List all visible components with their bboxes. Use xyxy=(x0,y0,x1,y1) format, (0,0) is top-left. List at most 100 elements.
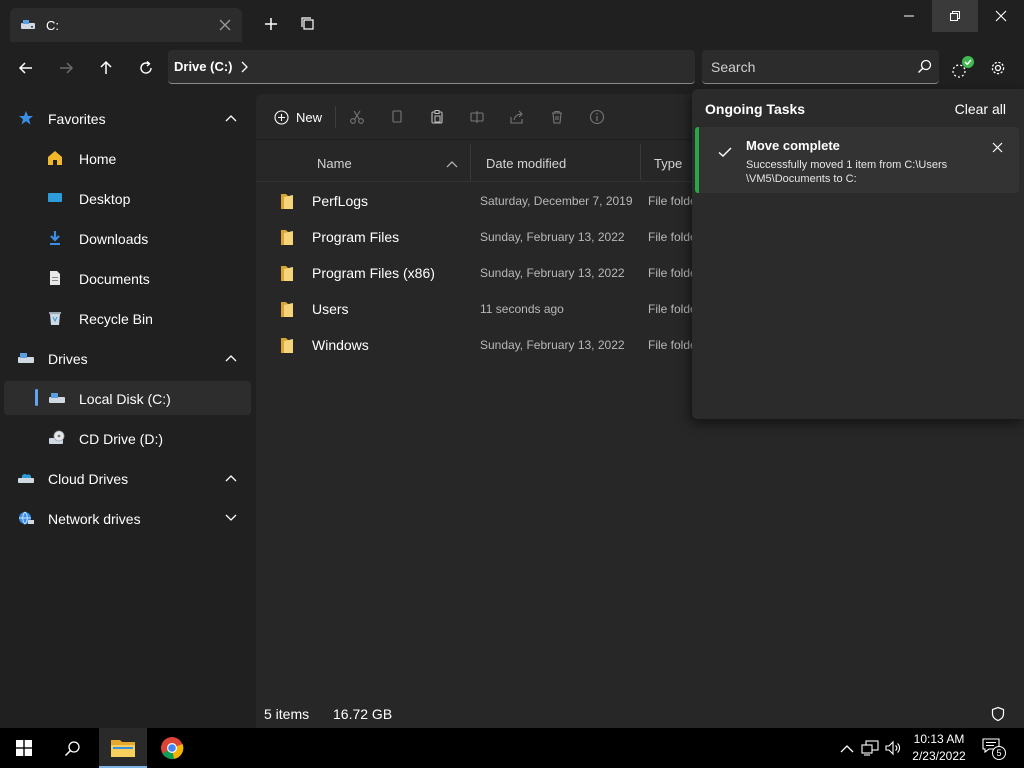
add-circle-icon xyxy=(274,109,289,125)
shield-icon[interactable] xyxy=(990,706,1006,722)
search-box[interactable]: Search xyxy=(702,50,939,84)
tab-title: C: xyxy=(46,17,59,33)
search-icon[interactable] xyxy=(909,59,939,74)
speaker-icon xyxy=(885,740,900,756)
taskbar-search-button[interactable] xyxy=(48,728,96,768)
sidebar-item-desktop[interactable]: Desktop xyxy=(4,181,251,215)
sidebar-item-label: CD Drive (D:) xyxy=(79,431,163,447)
column-name[interactable]: Name xyxy=(317,156,352,171)
refresh-icon xyxy=(140,60,152,74)
rename-button[interactable] xyxy=(461,102,493,132)
sort-ascending-icon[interactable] xyxy=(446,160,458,168)
file-name: Users xyxy=(312,301,349,317)
sidebar-section-favorites[interactable]: Favorites xyxy=(4,101,251,135)
taskbar-files-app[interactable] xyxy=(99,728,147,768)
taskbar-chrome-app[interactable] xyxy=(148,728,196,768)
minimize-button[interactable] xyxy=(886,0,932,32)
folder-icon xyxy=(280,264,294,282)
delete-button[interactable] xyxy=(541,102,573,132)
chevron-down-icon[interactable] xyxy=(223,510,239,526)
share-button[interactable] xyxy=(501,102,533,132)
up-button[interactable] xyxy=(90,52,122,84)
restore-button[interactable] xyxy=(932,0,978,32)
show-hidden-icons-button[interactable] xyxy=(838,740,856,756)
sidebar-item-home[interactable]: Home xyxy=(4,141,251,175)
properties-button[interactable] xyxy=(581,102,613,132)
duplicate-tab-button[interactable] xyxy=(292,8,324,40)
notification-center-button[interactable]: 5 xyxy=(982,738,1006,760)
copy-button[interactable] xyxy=(381,102,413,132)
clock-time: 10:13 AM xyxy=(913,732,965,746)
column-type[interactable]: Type xyxy=(654,156,682,171)
sidebar-section-cloud-drives[interactable]: Cloud Drives xyxy=(4,461,251,495)
search-input[interactable]: Search xyxy=(711,59,909,75)
sidebar-cloud-label: Cloud Drives xyxy=(48,471,129,487)
volume-tray-button[interactable] xyxy=(884,740,902,756)
address-bar[interactable]: Drive (C:) xyxy=(168,50,695,84)
file-date-modified: Sunday, February 13, 2022 xyxy=(480,230,625,244)
refresh-button[interactable] xyxy=(130,52,162,84)
home-icon xyxy=(45,148,65,168)
sidebar-item-downloads[interactable]: Downloads xyxy=(4,221,251,255)
folder-app-icon xyxy=(111,740,135,757)
dismiss-task-button[interactable] xyxy=(989,139,1005,155)
sidebar-item-local-disk-c[interactable]: Local Disk (C:) xyxy=(4,381,251,415)
clock[interactable]: 10:13 AM 2/23/2022 xyxy=(904,731,974,765)
new-tab-button[interactable] xyxy=(255,8,287,40)
chevron-up-icon xyxy=(840,744,854,752)
column-divider[interactable] xyxy=(470,144,471,180)
start-button[interactable] xyxy=(0,728,48,768)
clear-all-button[interactable]: Clear all xyxy=(955,101,1006,117)
title-bar: C: xyxy=(0,0,1024,48)
copy-window-icon xyxy=(301,17,314,30)
restore-icon xyxy=(950,11,960,21)
trash-icon xyxy=(552,110,562,124)
ongoing-tasks-flyout: Ongoing Tasks Clear all Move complete Su… xyxy=(692,89,1024,419)
sidebar-section-network-drives[interactable]: Network drives xyxy=(4,501,251,535)
sidebar-network-label: Network drives xyxy=(48,511,141,527)
forward-button[interactable] xyxy=(50,52,82,84)
folder-icon xyxy=(280,336,294,354)
tab-drive-c[interactable]: C: xyxy=(10,8,242,42)
tab-close-button[interactable] xyxy=(208,8,242,42)
chevron-up-icon[interactable] xyxy=(223,470,239,486)
column-divider[interactable] xyxy=(640,144,641,180)
taskbar: 10:13 AM 2/23/2022 5 xyxy=(0,728,1024,768)
search-icon xyxy=(64,740,80,756)
paste-button[interactable] xyxy=(421,102,453,132)
sidebar-item-label: Downloads xyxy=(79,231,149,247)
tasks-status-icon xyxy=(952,56,974,78)
documents-icon xyxy=(45,268,65,288)
sidebar-item-cd-drive-d[interactable]: CD Drive (D:) xyxy=(4,421,251,455)
downloads-icon xyxy=(45,228,65,248)
check-icon xyxy=(717,144,733,160)
notification-count-badge: 5 xyxy=(992,746,1006,760)
ongoing-tasks-button[interactable] xyxy=(946,52,978,84)
chevron-right-icon xyxy=(241,61,248,72)
sidebar-item-documents[interactable]: Documents xyxy=(4,261,251,295)
chevron-up-icon[interactable] xyxy=(223,350,239,366)
drive-icon xyxy=(20,19,36,31)
file-date-modified: Sunday, February 13, 2022 xyxy=(480,266,625,280)
file-date-modified: Sunday, February 13, 2022 xyxy=(480,338,625,352)
drives-icon xyxy=(16,348,36,368)
back-button[interactable] xyxy=(10,52,42,84)
minimize-icon xyxy=(904,15,914,17)
folder-icon xyxy=(280,228,294,246)
settings-button[interactable] xyxy=(982,52,1014,84)
close-icon xyxy=(995,10,1007,22)
network-tray-button[interactable] xyxy=(861,740,879,756)
breadcrumb-drive-c[interactable]: Drive (C:) xyxy=(174,59,233,74)
file-name: Program Files (x86) xyxy=(312,265,435,281)
sidebar-section-drives[interactable]: Drives xyxy=(4,341,251,375)
column-date-modified[interactable]: Date modified xyxy=(486,156,566,171)
file-name: PerfLogs xyxy=(312,193,369,209)
paste-icon xyxy=(431,110,443,124)
new-button[interactable]: New xyxy=(266,102,330,132)
cut-button[interactable] xyxy=(341,102,373,132)
arrow-right-icon xyxy=(60,62,74,74)
chevron-up-icon[interactable] xyxy=(223,110,239,126)
close-window-button[interactable] xyxy=(978,0,1024,32)
sidebar: Favorites Home Desktop Downloads Documen… xyxy=(0,96,254,728)
sidebar-item-recycle-bin[interactable]: Recycle Bin xyxy=(4,301,251,335)
